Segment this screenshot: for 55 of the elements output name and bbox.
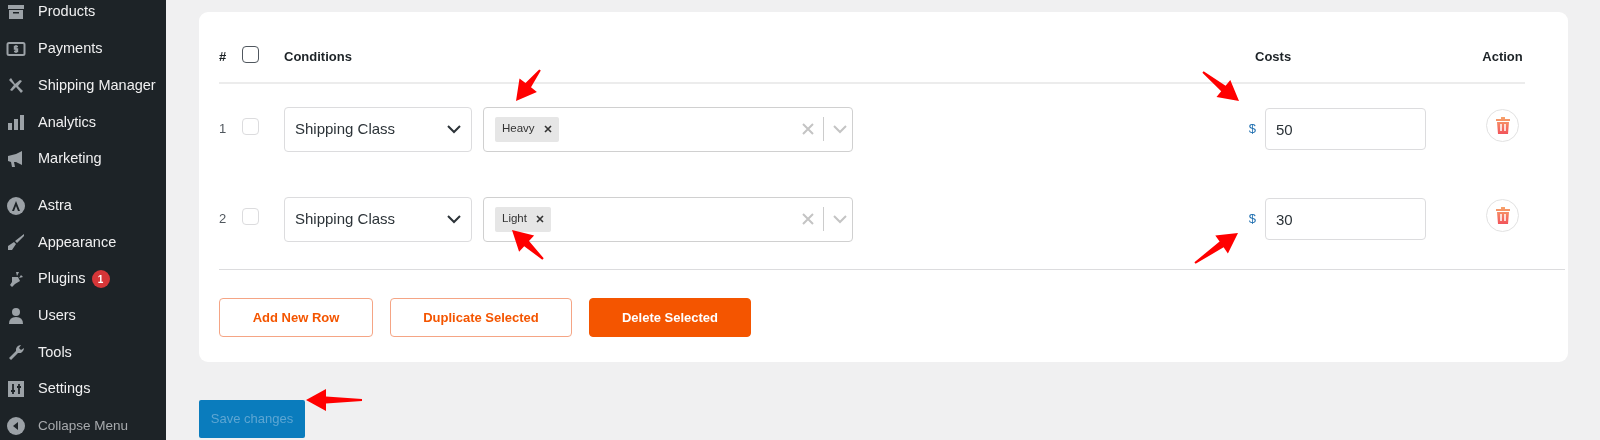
sidebar-item[interactable]: Shipping Manager — [0, 67, 166, 105]
sidebar-item[interactable]: Users — [0, 297, 166, 335]
select-all-checkbox[interactable] — [242, 45, 259, 63]
clear-icon[interactable] — [802, 123, 814, 135]
update-count-badge: 1 — [91, 270, 110, 289]
row-number: 1 — [219, 121, 227, 137]
row-checkbox[interactable] — [242, 117, 259, 135]
annotation-arrow — [516, 69, 541, 101]
sidebar-item[interactable]: Appearance — [0, 224, 166, 261]
chevron-down-icon[interactable] — [833, 124, 847, 134]
remove-icon[interactable] — [535, 215, 544, 223]
column-header: Costs — [1255, 49, 1292, 65]
annotation-arrow — [512, 230, 544, 260]
row-number: 2 — [219, 211, 227, 227]
clear-icon[interactable] — [802, 213, 814, 225]
sidebar-item[interactable]: Plugins 1 — [0, 260, 166, 298]
collapse-menu-button[interactable]: Collapse Menu — [0, 407, 166, 440]
column-header: Action — [1482, 49, 1523, 65]
chevron-down-icon — [447, 124, 461, 134]
currency-symbol: $ — [1248, 210, 1256, 229]
tag-chip[interactable]: Light — [495, 206, 551, 232]
row-checkbox[interactable] — [242, 207, 259, 225]
delete-row-button[interactable] — [1486, 198, 1519, 232]
annotation-arrow — [306, 389, 362, 411]
tag-select-field[interactable]: Heavy — [483, 106, 853, 152]
tag-chip[interactable]: Heavy — [495, 116, 559, 142]
sidebar-item[interactable]: Payments — [0, 30, 166, 68]
remove-icon[interactable] — [543, 125, 552, 133]
sidebar-item[interactable]: Analytics — [0, 104, 166, 141]
sidebar-item[interactable]: Astra — [0, 187, 166, 225]
sidebar-item[interactable]: Marketing — [0, 140, 166, 178]
brush-icon — [6, 232, 26, 253]
user-icon — [6, 305, 26, 326]
annotation-arrow — [1194, 233, 1238, 264]
collapse-icon — [6, 415, 26, 436]
condition-dropdown[interactable]: Shipping Class — [284, 106, 472, 152]
cost-input[interactable]: 50 — [1265, 108, 1426, 150]
trash-icon — [1495, 116, 1510, 134]
sidebar-item[interactable]: Products — [0, 0, 166, 31]
sliders-icon — [6, 379, 26, 400]
logo-icon — [6, 195, 26, 216]
sidebar-item[interactable]: Settings — [0, 370, 166, 408]
cost-input[interactable]: 30 — [1265, 198, 1426, 240]
currency-symbol: $ — [1248, 120, 1256, 139]
column-header: # — [219, 49, 227, 65]
condition-dropdown[interactable]: Shipping Class — [284, 196, 472, 242]
trash-icon — [1495, 206, 1510, 224]
chevron-down-icon — [447, 214, 461, 224]
column-header: Conditions — [284, 49, 352, 65]
bar-chart-icon — [6, 112, 26, 133]
tag-select-field[interactable]: Light — [483, 196, 853, 242]
annotation-arrow — [1202, 71, 1239, 101]
chevron-down-icon[interactable] — [833, 214, 847, 224]
delete-row-button[interactable] — [1486, 108, 1519, 142]
sidebar-item[interactable]: Tools — [0, 334, 166, 371]
